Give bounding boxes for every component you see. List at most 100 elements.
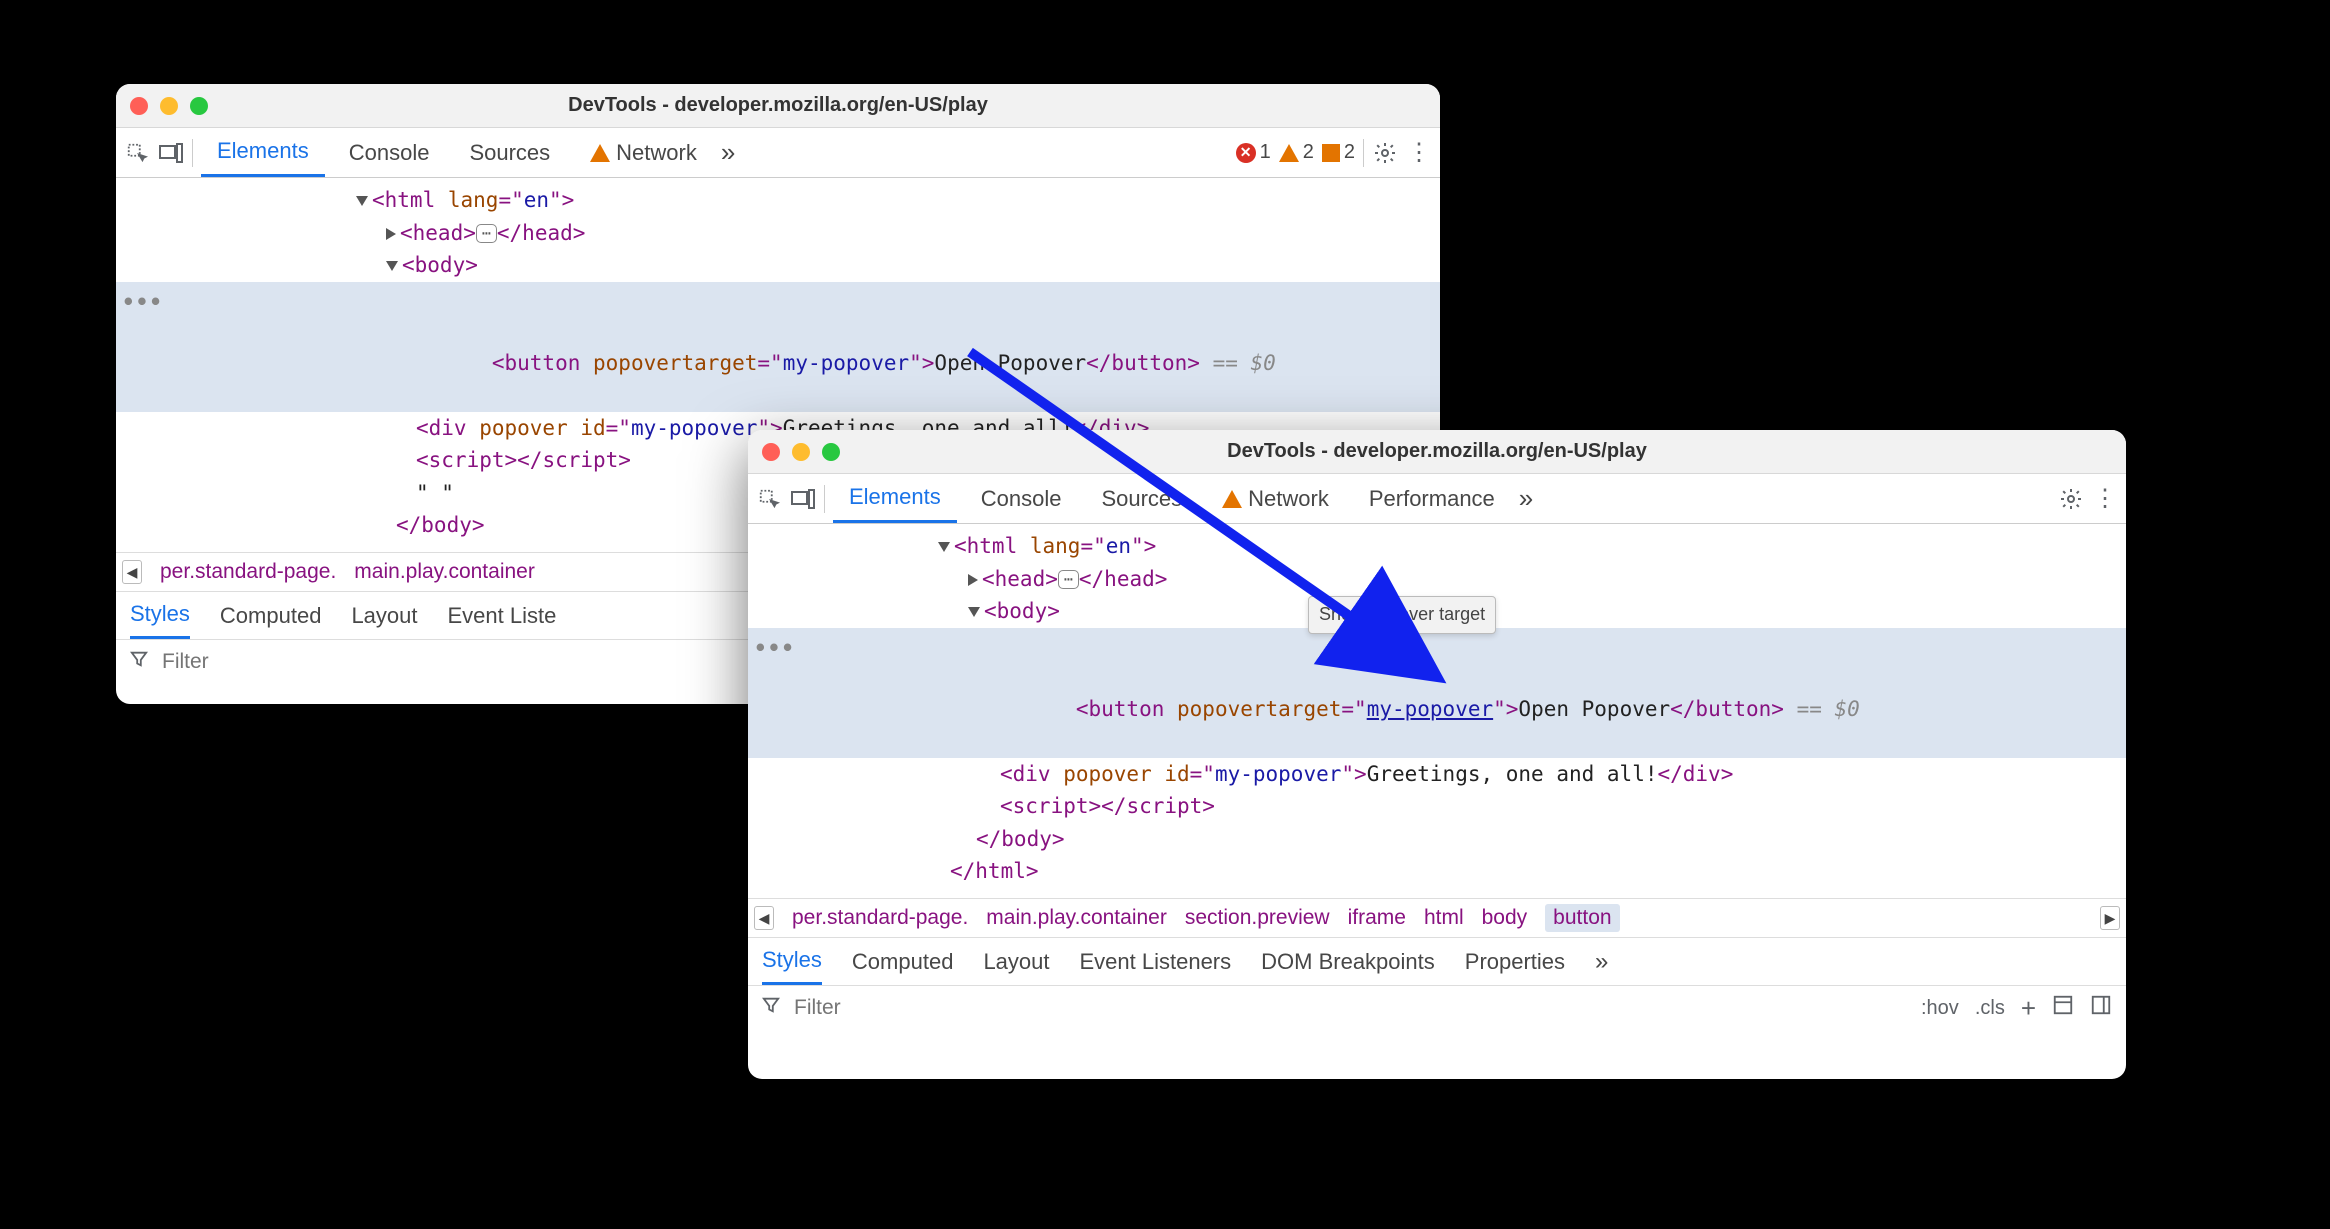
dom-node-script[interactable]: <script></script> — [748, 790, 2126, 823]
filter-icon — [130, 650, 148, 674]
breadcrumb-item[interactable]: main.play.container — [986, 906, 1167, 930]
error-count[interactable]: ✕1 — [1236, 141, 1271, 164]
subtab-styles[interactable]: Styles — [130, 592, 190, 639]
gear-icon[interactable] — [1372, 140, 1398, 166]
hov-toggle[interactable]: :hov — [1921, 997, 1959, 1020]
device-icon[interactable] — [158, 140, 184, 166]
tab-elements[interactable]: Elements — [201, 128, 325, 177]
breadcrumb-item[interactable]: section.preview — [1185, 906, 1330, 930]
tab-network-label: Network — [616, 140, 697, 166]
divider — [1363, 139, 1364, 167]
tab-network[interactable]: Network — [574, 128, 713, 177]
titlebar: DevTools - developer.mozilla.org/en-US/p… — [748, 430, 2126, 474]
window-title: DevTools - developer.mozilla.org/en-US/p… — [116, 94, 1440, 117]
breadcrumb-item[interactable]: html — [1424, 906, 1464, 930]
style-tools: :hov .cls + — [1921, 993, 2112, 1024]
warning-count[interactable]: 2 — [1279, 141, 1314, 164]
tab-sources[interactable]: Sources — [453, 128, 566, 177]
dom-node-html[interactable]: <html lang="en"> — [116, 184, 1440, 217]
new-style-rule-icon[interactable]: + — [2021, 993, 2036, 1024]
titlebar: DevTools - developer.mozilla.org/en-US/p… — [116, 84, 1440, 128]
toggle-sidebar-icon[interactable] — [2090, 994, 2112, 1022]
issue-count[interactable]: 2 — [1322, 141, 1355, 164]
device-icon[interactable] — [790, 486, 816, 512]
dom-tree[interactable]: <html lang="en"> <head>⋯</head> <body> •… — [748, 524, 2126, 898]
inspect-icon[interactable] — [124, 140, 150, 166]
tab-performance[interactable]: Performance — [1353, 474, 1511, 523]
warning-icon — [1222, 490, 1242, 508]
computed-styles-icon[interactable] — [2052, 994, 2074, 1022]
minimize-icon[interactable] — [160, 97, 178, 115]
scroll-right-icon[interactable]: ▶ — [2100, 906, 2120, 930]
main-toolbar: Elements Console Sources Network Perform… — [748, 474, 2126, 524]
error-icon: ✕ — [1236, 143, 1256, 163]
breadcrumb-item[interactable]: per.standard-page. — [792, 906, 968, 930]
line-menu-icon[interactable]: ••• — [754, 632, 795, 665]
devtools-window-2: DevTools - developer.mozilla.org/en-US/p… — [748, 430, 2126, 1079]
warning-icon — [590, 144, 610, 162]
more-tabs-icon[interactable]: » — [721, 137, 735, 168]
gear-icon[interactable] — [2058, 486, 2084, 512]
dom-node-body[interactable]: <body> — [116, 249, 1440, 282]
filter-icon — [762, 996, 780, 1020]
subtab-layout[interactable]: Layout — [351, 592, 417, 639]
subtab-layout[interactable]: Layout — [983, 938, 1049, 985]
subtab-dom-breakpoints[interactable]: DOM Breakpoints — [1261, 938, 1435, 985]
dom-node-div[interactable]: <div popover id="my-popover">Greetings, … — [748, 758, 2126, 791]
subtab-event-listeners[interactable]: Event Listeners — [1080, 938, 1232, 985]
issue-icon — [1322, 144, 1340, 162]
subtab-computed[interactable]: Computed — [852, 938, 954, 985]
tab-sources[interactable]: Sources — [1085, 474, 1198, 523]
divider — [192, 139, 193, 167]
scroll-left-icon[interactable]: ◀ — [122, 560, 142, 584]
breadcrumb-item[interactable]: iframe — [1348, 906, 1406, 930]
minimize-icon[interactable] — [792, 443, 810, 461]
filter-bar: :hov .cls + — [748, 986, 2126, 1030]
filter-input[interactable] — [794, 996, 1907, 1020]
warning-icon — [1279, 144, 1299, 162]
window-controls — [130, 97, 208, 115]
scroll-left-icon[interactable]: ◀ — [754, 906, 774, 930]
dom-node-body-close[interactable]: </body> — [748, 823, 2126, 856]
tooltip: Show popover target — [1308, 596, 1496, 634]
dom-node-html[interactable]: <html lang="en"> — [748, 530, 2126, 563]
tab-console[interactable]: Console — [333, 128, 446, 177]
inspect-icon[interactable] — [756, 486, 782, 512]
breadcrumb: ◀ per.standard-page. main.play.container… — [748, 898, 2126, 938]
subtab-computed[interactable]: Computed — [220, 592, 322, 639]
zoom-icon[interactable] — [190, 97, 208, 115]
kebab-icon[interactable]: ⋮ — [1406, 140, 1432, 166]
ellipsis-icon[interactable]: ⋯ — [476, 224, 497, 243]
subtab-properties[interactable]: Properties — [1465, 938, 1565, 985]
tab-elements[interactable]: Elements — [833, 474, 957, 523]
dom-node-button-selected[interactable]: ••• <button popovertarget="my-popover">O… — [116, 282, 1440, 412]
line-menu-icon[interactable]: ••• — [122, 286, 163, 319]
cls-toggle[interactable]: .cls — [1975, 997, 2005, 1020]
main-toolbar: Elements Console Sources Network » ✕1 2 … — [116, 128, 1440, 178]
styles-tabs: Styles Computed Layout Event Listeners D… — [748, 938, 2126, 986]
subtab-styles[interactable]: Styles — [762, 938, 822, 985]
divider — [824, 485, 825, 513]
window-controls — [762, 443, 840, 461]
ellipsis-icon[interactable]: ⋯ — [1058, 570, 1079, 589]
subtab-event-listeners[interactable]: Event Liste — [448, 592, 557, 639]
tab-console[interactable]: Console — [965, 474, 1078, 523]
tab-network-label: Network — [1248, 486, 1329, 512]
close-icon[interactable] — [762, 443, 780, 461]
dom-node-button-selected[interactable]: ••• <button popovertarget="my-popover">O… — [748, 628, 2126, 758]
more-tabs-icon[interactable]: » — [1519, 483, 1533, 514]
tab-network[interactable]: Network — [1206, 474, 1345, 523]
dom-node-head[interactable]: <head>⋯</head> — [116, 217, 1440, 250]
breadcrumb-item-selected[interactable]: button — [1545, 904, 1619, 932]
zoom-icon[interactable] — [822, 443, 840, 461]
kebab-icon[interactable]: ⋮ — [2092, 486, 2118, 512]
window-title: DevTools - developer.mozilla.org/en-US/p… — [748, 440, 2126, 463]
close-icon[interactable] — [130, 97, 148, 115]
breadcrumb-item[interactable]: main.play.container — [354, 560, 535, 584]
breadcrumb-item[interactable]: per.standard-page. — [160, 560, 336, 584]
dom-node-html-close[interactable]: </html> — [748, 855, 2126, 888]
more-subtabs-icon[interactable]: » — [1595, 948, 1608, 976]
breadcrumb-item[interactable]: body — [1482, 906, 1528, 930]
popover-target-link[interactable]: my-popover — [1367, 697, 1493, 721]
dom-node-head[interactable]: <head>⋯</head> — [748, 563, 2126, 596]
